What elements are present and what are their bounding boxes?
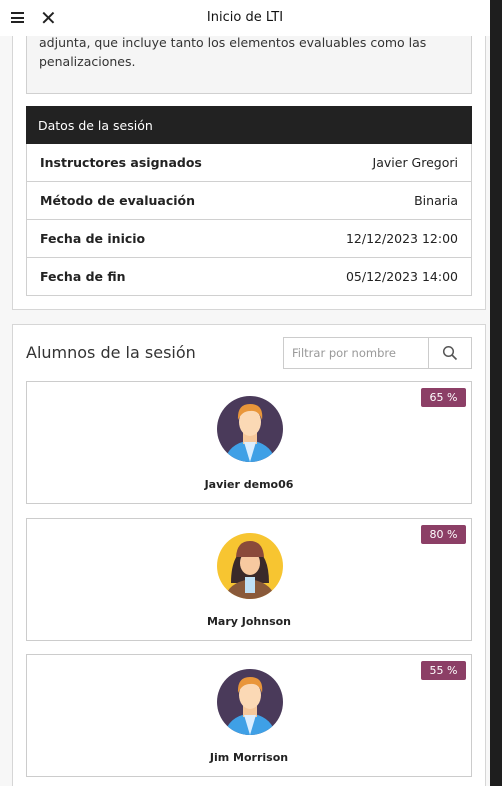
session-row-start: Fecha de inicio 12/12/2023 12:00 — [26, 220, 472, 258]
student-card[interactable]: 80 % Mary Johnson — [26, 518, 472, 641]
students-heading: Alumnos de la sesión — [26, 343, 196, 362]
row-value: Binaria — [414, 193, 458, 208]
score-badge: 55 % — [421, 661, 466, 680]
male-avatar-icon — [217, 669, 283, 735]
score-badge: 80 % — [421, 525, 466, 544]
top-bar: ✕ Inicio de LTI — [0, 0, 490, 36]
student-name: Mary Johnson — [206, 615, 292, 628]
search-icon — [442, 345, 458, 361]
session-row-instructors: Instructores asignados Javier Gregori — [26, 144, 472, 182]
student-card[interactable]: 65 % Javier demo06 — [26, 381, 472, 504]
session-row-end: Fecha de fin 05/12/2023 14:00 — [26, 258, 472, 296]
male-avatar-icon — [217, 396, 283, 462]
student-card[interactable]: 55 % Jim Morrison — [26, 654, 472, 777]
student-filter — [283, 337, 472, 369]
session-data-heading: Datos de la sesión — [26, 106, 472, 144]
filter-input[interactable] — [284, 338, 428, 368]
row-value: 05/12/2023 14:00 — [345, 269, 458, 284]
row-label: Fecha de fin — [40, 269, 126, 284]
row-value: Javier Gregori — [372, 155, 458, 170]
row-label: Método de evaluación — [40, 193, 196, 208]
row-label: Instructores asignados — [40, 155, 202, 170]
student-name: Jim Morrison — [209, 751, 289, 764]
female-avatar-icon — [217, 533, 283, 599]
page-title: Inicio de LTI — [206, 10, 284, 25]
session-row-method: Método de evaluación Binaria — [26, 182, 472, 220]
row-value: 12/12/2023 12:00 — [345, 231, 458, 246]
search-button[interactable] — [428, 338, 471, 368]
student-name: Javier demo06 — [204, 478, 294, 491]
score-badge: 65 % — [421, 388, 466, 407]
row-label: Fecha de inicio — [40, 231, 146, 246]
lti-panel: ✕ Inicio de LTI adjunta, que incluye tan… — [0, 0, 490, 786]
